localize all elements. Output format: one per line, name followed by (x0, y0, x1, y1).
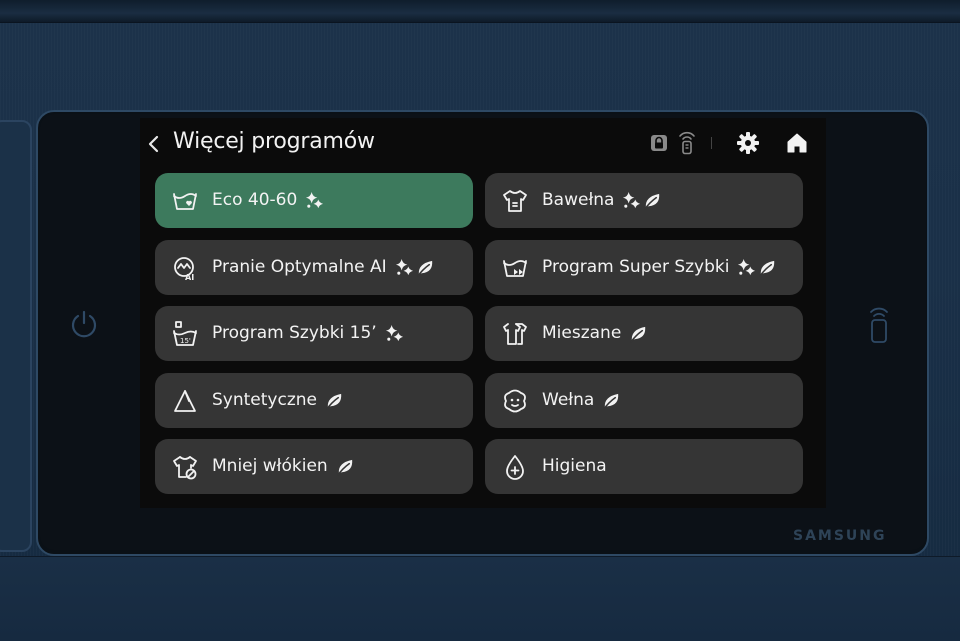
program-badges (336, 456, 355, 476)
program-label: Higiena (542, 456, 607, 476)
program-label: Mniej włókien (212, 456, 328, 476)
program-label: Program Super Szybki (542, 257, 730, 277)
program-label: Program Szybki 15’ (212, 323, 377, 343)
program-tile[interactable]: Program Super Szybki (485, 240, 803, 295)
sparkle-icon (623, 191, 641, 208)
page-title: Więcej programów (173, 129, 375, 154)
program-label: Pranie Optymalne AI (212, 257, 387, 277)
tub-15-icon: 15' (173, 321, 197, 346)
program-tile[interactable]: Mniej włókien (155, 439, 473, 494)
program-tile[interactable]: Bawełna (485, 173, 803, 228)
header-divider (711, 137, 712, 149)
lower-panel (0, 556, 960, 641)
lock-icon (651, 135, 667, 151)
program-tile[interactable]: Eco 40-60 (155, 173, 473, 228)
program-badges (395, 257, 435, 277)
sparkle-icon (385, 324, 403, 341)
synthetic-icon (174, 390, 196, 412)
settings-gear-icon[interactable] (736, 131, 760, 155)
top-trim (0, 0, 960, 23)
program-badges (602, 390, 621, 410)
screen-header: Więcej programów (140, 118, 826, 168)
leaf-icon (644, 193, 660, 210)
program-tile[interactable]: 15' Program Szybki 15’ (155, 306, 473, 361)
leaf-icon (759, 260, 775, 277)
mixed-clothes-icon (503, 323, 527, 345)
remote-control-icon (679, 131, 695, 155)
sparkle-icon (395, 258, 413, 275)
hygiene-drop-icon (506, 455, 524, 480)
tub-fast-forward-icon (503, 260, 527, 277)
brand-logo: SAMSUNG (793, 528, 887, 544)
leaf-icon (416, 260, 432, 277)
program-label: Syntetyczne (212, 390, 317, 410)
power-icon[interactable] (68, 308, 100, 340)
program-badges (737, 257, 777, 277)
ai-wash-icon: AI (174, 257, 194, 282)
touch-screen: Więcej programów Eco 40-60 Bawełna AI Pr… (140, 118, 826, 508)
sparkle-icon (738, 258, 756, 275)
program-badges (385, 323, 404, 343)
program-badges (325, 390, 344, 410)
program-tile[interactable]: Higiena (485, 439, 803, 494)
program-tile[interactable]: Mieszane (485, 306, 803, 361)
svg-text:AI: AI (185, 273, 194, 282)
chevron-left-icon[interactable] (144, 133, 164, 155)
lint-shirt-icon (173, 456, 197, 480)
tshirt-icon (503, 190, 527, 212)
program-label: Bawełna (542, 190, 615, 210)
svg-text:15': 15' (180, 337, 191, 345)
tub-heart-icon (173, 193, 197, 210)
remote-control-icon[interactable] (866, 306, 892, 344)
program-tile[interactable]: Syntetyczne (155, 373, 473, 428)
program-badges (629, 323, 648, 343)
program-tile[interactable]: AI Pranie Optymalne AI (155, 240, 473, 295)
side-door-edge (0, 120, 32, 552)
program-label: Eco 40-60 (212, 190, 298, 210)
program-badges (622, 190, 662, 210)
program-label: Mieszane (542, 323, 622, 343)
sparkle-icon (306, 191, 324, 208)
home-icon[interactable] (785, 131, 809, 155)
program-tile[interactable]: Wełna (485, 373, 803, 428)
program-badges (305, 190, 324, 210)
program-label: Wełna (542, 390, 595, 410)
leaf-icon (336, 459, 352, 476)
sheep-icon (504, 389, 526, 413)
leaf-icon (630, 326, 646, 343)
leaf-icon (603, 393, 619, 410)
leaf-icon (326, 393, 342, 410)
